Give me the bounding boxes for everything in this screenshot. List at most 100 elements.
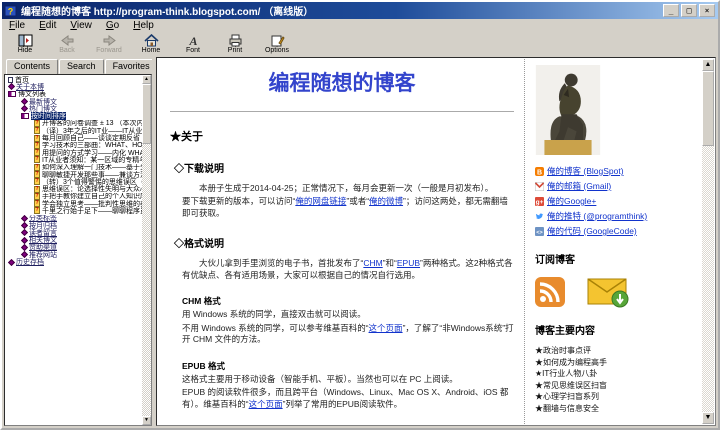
tree-item[interactable]: 关于本博 bbox=[6, 83, 142, 91]
inline-link[interactable]: 俺的网盘链接 bbox=[295, 196, 346, 206]
inline-link[interactable]: EPUB bbox=[397, 258, 420, 268]
tree-item[interactable]: ?思维误区：论选择性失明与大众心理 bbox=[6, 185, 142, 193]
inline-link[interactable]: 这个页面 bbox=[369, 323, 403, 333]
tree-item[interactable]: 按月归档 bbox=[6, 222, 142, 229]
tree-item-label: 思维误区：论选择性失明与大众心理 bbox=[42, 186, 142, 193]
tab-contents[interactable]: Contents bbox=[6, 59, 59, 75]
tree-item[interactable]: 读者留言 bbox=[6, 229, 142, 237]
tree-item[interactable]: ?用提问的方式学习——内化 WHAT HOW WHY bbox=[6, 149, 142, 156]
close-button[interactable]: × bbox=[699, 4, 715, 17]
menu-edit[interactable]: Edit bbox=[32, 20, 63, 31]
tree-scroll-down-icon[interactable]: ▼ bbox=[142, 416, 151, 425]
tree-item[interactable]: 博文列表 bbox=[6, 91, 142, 98]
blogspot-link[interactable]: B 俺的博客 (BlogSpot) bbox=[535, 165, 698, 177]
tree-item[interactable]: 分类标签 bbox=[6, 214, 142, 222]
hide-button[interactable]: Hide bbox=[4, 34, 46, 57]
forward-button[interactable]: Forward bbox=[88, 34, 130, 57]
back-label: Back bbox=[59, 47, 75, 54]
text-run: 大伙儿拿到手里浏览的电子书，首批发布了“ bbox=[182, 258, 364, 269]
tree-item[interactable]: ?（转）3个值得警惕的思维误区（上） bbox=[6, 178, 142, 185]
tree-item-label: IT从业者须知：某一区域的专精与拓展 bbox=[42, 156, 142, 164]
tab-favorites[interactable]: Favorites bbox=[104, 59, 158, 74]
inline-link[interactable]: CHM bbox=[363, 258, 382, 268]
blogger-icon: B bbox=[535, 166, 544, 176]
svg-text:g+: g+ bbox=[536, 199, 544, 206]
post-icon: ? bbox=[34, 200, 40, 208]
twitter-link[interactable]: 俺的推特 (@programthink) bbox=[535, 210, 698, 222]
minimize-button[interactable]: _ bbox=[663, 4, 679, 17]
options-button[interactable]: Options bbox=[256, 34, 298, 57]
tree-item[interactable]: 推荐网站 bbox=[6, 251, 142, 258]
chm-format-title: CHM 格式 bbox=[182, 296, 221, 307]
tree-scrollbar[interactable]: ▲ ▼ bbox=[142, 75, 151, 425]
googlecode-link[interactable]: <> 俺的代码 (GoogleCode) bbox=[535, 225, 698, 237]
menu-file[interactable]: File bbox=[2, 20, 32, 31]
inline-link[interactable]: 俺的微博 bbox=[369, 196, 403, 206]
tree-item[interactable]: 按时间排序 bbox=[6, 112, 142, 120]
back-button[interactable]: Back bbox=[46, 34, 88, 57]
inline-link[interactable]: 这个页面 bbox=[249, 399, 283, 409]
gmail-link[interactable]: 俺的邮箱 (Gmail) bbox=[535, 180, 698, 192]
tree-item-label: （译）3年之后的IT业——IT从业者们如何 bbox=[42, 127, 142, 135]
rss-feed-icon[interactable] bbox=[535, 277, 565, 307]
tree-item[interactable]: ?（译）3年之后的IT业——IT从业者们如何 bbox=[6, 127, 142, 134]
svg-text:<>: <> bbox=[536, 229, 542, 235]
tree-item-label: 如何深入理解一门技术——基于分层 bbox=[42, 164, 142, 171]
post-icon: ? bbox=[34, 119, 40, 127]
content-scroll-down-icon[interactable]: ▼ bbox=[702, 412, 714, 424]
menu-go[interactable]: Go bbox=[99, 20, 126, 31]
main-content-list: ★政治时事点评 ★如何成为编程高手 ★IT行业人物八卦 ★常见思维误区扫盲 ★心理学扫盲… bbox=[535, 345, 698, 415]
tree-item[interactable]: ?IT从业者须知：某一区域的专精与拓展 bbox=[6, 156, 142, 164]
tree-item[interactable]: ?学习技术的三部曲：WHAT、HOW、WHY bbox=[6, 141, 142, 149]
book-icon bbox=[21, 113, 29, 120]
tree-item[interactable]: 相关博文 bbox=[6, 236, 142, 244]
tree-scroll-up-icon[interactable]: ▲ bbox=[142, 75, 151, 84]
email-subscribe-icon[interactable] bbox=[587, 276, 631, 308]
svg-text:A: A bbox=[188, 34, 197, 47]
menu-help[interactable]: Help bbox=[126, 20, 161, 31]
tree-item[interactable]: ?学会独立思考——批判性思维的养成 bbox=[6, 200, 142, 207]
page-title: 编程随想的博客 bbox=[268, 71, 416, 95]
post-icon: ? bbox=[34, 141, 40, 149]
gmail-icon bbox=[535, 181, 544, 191]
tree-item-label: 读者留言 bbox=[29, 229, 57, 237]
tree-item[interactable]: ? 每月回顾自己——谈谈定期反省 bbox=[6, 134, 142, 142]
home-button[interactable]: Home bbox=[130, 34, 172, 57]
tree-item[interactable]: ? 手把手教你建立自己的个人知识库 bbox=[6, 192, 142, 200]
printer-icon bbox=[229, 34, 241, 47]
tree-item[interactable]: ?千里之行始于足下——聊聊程序员的自我修养 bbox=[6, 207, 142, 215]
contents-tree-box: 首页 关于本博 博文列表 最新博文 热门博文 按时间排序? 开博客的问卷调查 ± 13 （本… bbox=[4, 74, 152, 426]
titlebar[interactable]: ? 编程随想的博客 http://program-think.blogspot.… bbox=[2, 2, 718, 19]
epub-format-title: EPUB 格式 bbox=[182, 360, 225, 371]
main-content-heading: 博客主要内容 bbox=[535, 326, 595, 337]
tree-item[interactable]: ?开博客的问卷调查 ± 13 （本次内容说明） bbox=[6, 119, 142, 127]
tree-item[interactable]: ?如何深入理解一门技术——基于分层 bbox=[6, 163, 142, 171]
tree-item[interactable]: ?聊聊敏捷开发那些事——兼谈方法论崇拜 bbox=[6, 171, 142, 178]
print-button[interactable]: Print bbox=[214, 34, 256, 57]
options-label: Options bbox=[264, 47, 290, 54]
tree-item[interactable]: 首页 bbox=[6, 76, 142, 83]
googlecode-link-label: 俺的代码 (GoogleCode) bbox=[547, 226, 637, 236]
restore-button[interactable]: □ bbox=[681, 4, 697, 17]
font-button[interactable]: A Font bbox=[172, 34, 214, 57]
diamond-icon bbox=[7, 258, 16, 266]
tree-item[interactable]: 历史存档 bbox=[6, 258, 142, 266]
tree-item-label: 学会独立思考——批判性思维的养成 bbox=[42, 200, 142, 208]
tree-item[interactable]: 最新博文 bbox=[6, 97, 142, 105]
main-content-item: ★常见思维误区扫盲 bbox=[535, 380, 607, 390]
tree-item[interactable]: 热门博文 bbox=[6, 105, 142, 112]
tree-scroll-thumb[interactable] bbox=[142, 84, 151, 144]
blogspot-link-label: 俺的博客 (BlogSpot) bbox=[547, 166, 624, 176]
text-run: ”和“ bbox=[382, 258, 397, 269]
content-scroll-thumb[interactable] bbox=[702, 71, 714, 146]
tab-search[interactable]: Search bbox=[59, 59, 104, 74]
post-icon: ? bbox=[34, 171, 40, 178]
content-scrollbar[interactable]: ▲ ▼ bbox=[702, 59, 714, 424]
post-icon: ? bbox=[34, 149, 40, 157]
section-about: ★关于 bbox=[170, 131, 203, 143]
menu-view[interactable]: View bbox=[63, 20, 99, 31]
content-scroll-up-icon[interactable]: ▲ bbox=[702, 59, 714, 71]
tree-item[interactable]: 赞助渠道 bbox=[6, 243, 142, 251]
googleplus-link[interactable]: g+ 俺的Google+ bbox=[535, 195, 698, 207]
tree-item-label: 博文列表 bbox=[18, 91, 46, 98]
